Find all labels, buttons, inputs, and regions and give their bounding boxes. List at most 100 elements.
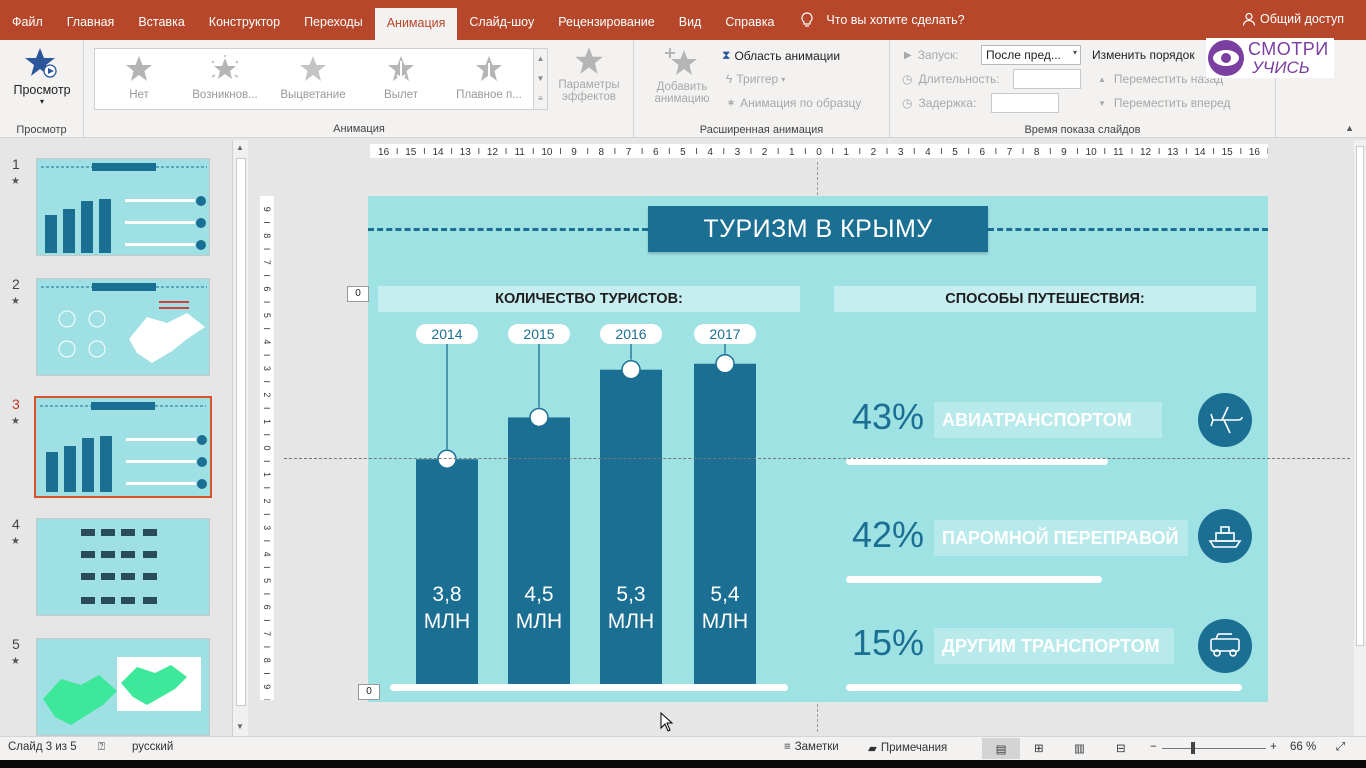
start-label-row: ▶ Запуск: bbox=[904, 48, 959, 62]
thumb-anim-star-5: ★ bbox=[11, 656, 20, 667]
star-burst-icon bbox=[211, 55, 239, 79]
notes-button[interactable]: ≡ Заметки bbox=[784, 741, 839, 753]
ruler-h-label: 4 bbox=[707, 147, 713, 158]
tab-view[interactable]: Вид bbox=[667, 0, 714, 40]
animation-float-in[interactable]: Плавное п... bbox=[447, 53, 531, 101]
bar-2014[interactable] bbox=[416, 459, 478, 686]
right-section-heading[interactable]: СПОСОБЫ ПУТЕШЕСТВИЯ: bbox=[834, 286, 1256, 312]
language-indicator[interactable]: русский bbox=[132, 741, 173, 753]
spellcheck-icon[interactable]: ⍰ bbox=[98, 741, 105, 754]
comments-button[interactable]: ▰ Примечания bbox=[868, 741, 947, 755]
collapse-ribbon-icon[interactable]: ▲ bbox=[1345, 123, 1354, 133]
zoom-level[interactable]: 66 % bbox=[1290, 741, 1316, 753]
thumb-anim-star-2: ★ bbox=[11, 296, 20, 307]
scroll-down-icon[interactable]: ▼ bbox=[236, 722, 244, 731]
tab-design[interactable]: Конструктор bbox=[197, 0, 292, 40]
tab-review[interactable]: Рецензирование bbox=[546, 0, 667, 40]
zoom-slider-track[interactable] bbox=[1162, 748, 1266, 749]
animation-fade[interactable]: Выцветание bbox=[271, 53, 355, 101]
tab-home[interactable]: Главная bbox=[55, 0, 127, 40]
animation-painter-button[interactable]: ✶ Анимация по образцу bbox=[726, 96, 861, 110]
trigger-button[interactable]: ϟ Триггер ▾ bbox=[726, 72, 785, 86]
zoom-in-button[interactable]: + bbox=[1270, 741, 1277, 753]
title-dashed-line-left bbox=[368, 228, 648, 231]
transport-label-ferry[interactable]: ПАРОМНОЙ ПЕРЕПРАВОЙ bbox=[934, 520, 1188, 556]
transport-label-other[interactable]: ДРУГИМ ТРАНСПОРТОМ bbox=[934, 628, 1174, 664]
effect-options-button[interactable]: Параметры эффектов bbox=[552, 46, 626, 103]
move-later-button[interactable]: ▼ Переместить вперед bbox=[1098, 96, 1230, 110]
preview-button[interactable]: Просмотр ▾ bbox=[4, 46, 80, 106]
preview-group-label: Просмотр bbox=[16, 124, 67, 136]
normal-view-button[interactable]: ▤ bbox=[982, 738, 1020, 759]
ruler-h-label: 15 bbox=[405, 147, 417, 158]
share-button[interactable]: Общий доступ bbox=[1242, 12, 1344, 26]
animation-group-label: Анимация bbox=[333, 123, 385, 135]
clock-icon: ◷ bbox=[902, 72, 913, 86]
tab-help[interactable]: Справка bbox=[713, 0, 786, 40]
add-animation-button[interactable]: Добавить анимацию bbox=[644, 46, 720, 105]
slide-title[interactable]: ТУРИЗМ В КРЫМУ bbox=[648, 206, 988, 252]
slide-thumbnail-2[interactable] bbox=[36, 278, 210, 376]
zoom-out-button[interactable]: − bbox=[1150, 741, 1157, 753]
ruler-v-label: 4 bbox=[262, 552, 272, 557]
slideshow-view-button[interactable]: ⊟ bbox=[1116, 741, 1126, 755]
tell-me-box[interactable]: Что вы хотите сделать? bbox=[800, 12, 965, 28]
canvas-scrollbar[interactable] bbox=[1354, 140, 1366, 736]
scroll-up-icon[interactable]: ▲ bbox=[236, 143, 244, 152]
tab-animations[interactable]: Анимация bbox=[374, 8, 458, 40]
animation-fly-in-label: Вылет bbox=[384, 89, 418, 101]
bar-2016[interactable] bbox=[600, 369, 662, 686]
duration-label-row: ◷ Длительность: bbox=[902, 72, 1000, 86]
animation-pane-button[interactable]: ⧗ Область анимации bbox=[722, 48, 840, 63]
slide[interactable]: ТУРИЗМ В КРЫМУ КОЛИЧЕСТВО ТУРИСТОВ: СПОС… bbox=[368, 196, 1268, 702]
ruler-h-label: 11 bbox=[1113, 147, 1124, 158]
ruler-h-label: 2 bbox=[762, 147, 768, 158]
bar-2017[interactable] bbox=[694, 363, 756, 686]
slide-thumbnail-5[interactable] bbox=[36, 638, 210, 736]
transport-label-air[interactable]: АВИАТРАНСПОРТОМ bbox=[934, 402, 1162, 438]
fit-slide-icon[interactable]: ⤢ bbox=[1336, 741, 1345, 754]
status-bar: Слайд 3 из 5 ⍰ русский ≡ Заметки ▰ Приме… bbox=[0, 736, 1366, 760]
tab-slideshow[interactable]: Слайд-шоу bbox=[457, 0, 546, 40]
slide-thumbnail-4[interactable] bbox=[36, 518, 210, 616]
notes-label: Заметки bbox=[794, 741, 839, 753]
comment-icon: ▰ bbox=[868, 743, 877, 755]
delay-spinner[interactable] bbox=[991, 93, 1059, 113]
ruler-h-label: 10 bbox=[1086, 147, 1098, 158]
slide-sorter-button[interactable]: ⊞ bbox=[1034, 741, 1044, 755]
transport-progress-air bbox=[846, 458, 1108, 465]
move-earlier-button[interactable]: ▲ Переместить назад bbox=[1098, 72, 1223, 86]
start-select[interactable]: После пред... ▾ bbox=[981, 45, 1081, 65]
zoom-slider-thumb[interactable] bbox=[1191, 742, 1195, 754]
transport-pct-other[interactable]: 15% bbox=[852, 622, 924, 664]
painter-icon: ✶ bbox=[726, 96, 737, 110]
tab-insert[interactable]: Вставка bbox=[126, 0, 196, 40]
transport-pct-air[interactable]: 43% bbox=[852, 396, 924, 438]
thumbnail-scrollbar[interactable]: ▲ ▼ bbox=[232, 140, 248, 736]
gallery-scroll[interactable]: ▲ ▼ ≡ bbox=[534, 48, 548, 110]
ruler-h-label: 5 bbox=[952, 147, 958, 158]
bar-top-marker bbox=[437, 449, 457, 469]
tourists-bar-chart[interactable]: 2014 3,8 МЛН 2015 4,5 МЛН 2016 5,3 МЛН 2017 5,4 МЛН bbox=[368, 316, 808, 696]
star-preview-icon bbox=[25, 48, 57, 78]
tab-transitions[interactable]: Переходы bbox=[292, 0, 375, 40]
slide-thumbnail-1[interactable] bbox=[36, 158, 210, 256]
slide-thumbnail-pane: 1 ★ 2 ★ 3 ★ 4 ★ 5 ★ bbox=[0, 140, 232, 736]
effect-options-label-1: Параметры bbox=[558, 79, 620, 91]
tab-file[interactable]: Файл bbox=[0, 0, 55, 40]
animation-appear[interactable]: Возникнов... bbox=[183, 53, 267, 101]
notes-icon: ≡ bbox=[784, 741, 791, 753]
duration-spinner[interactable] bbox=[1013, 69, 1081, 89]
thumbnail-scroll-thumb[interactable] bbox=[236, 158, 246, 706]
canvas-scroll-thumb[interactable] bbox=[1356, 146, 1364, 646]
animation-pane-icon: ⧗ bbox=[722, 48, 731, 62]
ruler-h-label: 8 bbox=[599, 147, 605, 158]
thumb-anim-star-4: ★ bbox=[11, 536, 20, 547]
left-section-heading[interactable]: КОЛИЧЕСТВО ТУРИСТОВ: bbox=[378, 286, 800, 312]
slide-thumbnail-3[interactable] bbox=[34, 396, 212, 498]
animation-fly-in[interactable]: Вылет bbox=[359, 53, 443, 101]
animation-none[interactable]: Нет bbox=[97, 53, 181, 101]
transport-pct-ferry[interactable]: 42% bbox=[852, 514, 924, 556]
ruler-h-label: 1 bbox=[843, 147, 849, 158]
reading-view-button[interactable]: ▥ bbox=[1074, 741, 1085, 755]
